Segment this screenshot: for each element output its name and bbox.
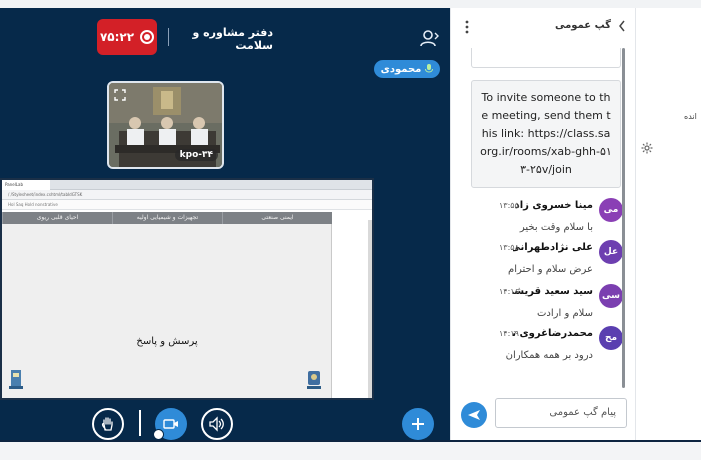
meeting-title: دفتر مشاوره و سلامت <box>192 26 273 52</box>
message-text: با سلام وقت بخیر <box>519 222 593 233</box>
chat-title: گپ عمومی <box>555 20 611 31</box>
camera-options-icon[interactable] <box>153 429 164 440</box>
controls-divider <box>139 410 141 436</box>
users-list-icon[interactable] <box>420 29 440 47</box>
slide-center-text: پرسش و پاسخ <box>136 336 198 347</box>
plus-icon <box>412 418 424 430</box>
send-button[interactable] <box>461 402 487 428</box>
chevron-left-icon[interactable] <box>617 19 627 33</box>
message-author: سید سعید قریشی... <box>513 286 593 297</box>
avatar: عل <box>599 240 623 264</box>
message-time: ۱۳:۵۸ <box>499 243 519 252</box>
chat-message: می مینا خسروی زاد ۱۳:۵۵ با سلام وقت بخیر <box>451 198 637 246</box>
chat-message: عل علی نژادطهرانی(ال... ۱۳:۵۸ عرض سلام و… <box>451 240 637 288</box>
mic-icon <box>425 64 434 73</box>
send-icon <box>468 410 480 420</box>
top-strip <box>0 0 701 8</box>
presentation-area: PanelLab / /Stylesheet/index.cshtml/tabI… <box>0 178 374 400</box>
screen: { "meeting": { "timer": "۷۵:۲۲", "title"… <box>0 0 701 460</box>
invite-message: To invite someone to the meeting, send t… <box>471 80 621 188</box>
logo-left-icon <box>9 370 23 389</box>
settings-label: انده <box>684 112 697 121</box>
message-text: سلام و ارادت <box>537 308 593 319</box>
expand-icon[interactable] <box>114 89 126 101</box>
slide-body: پرسش و پاسخ <box>2 224 332 398</box>
raise-hand-button[interactable] <box>92 408 124 440</box>
speaker-icon <box>209 416 224 432</box>
message-author: محمدرضاغروی نو... <box>513 328 593 339</box>
slide-tab-bar: ایمنی صنعتی تجهیزات و شیمیایی اولیه احیا… <box>2 212 332 224</box>
message-text: عرض سلام و احترام <box>508 264 593 275</box>
video-camera-icon <box>163 419 178 429</box>
slide-margin <box>333 224 372 398</box>
audio-button[interactable] <box>201 408 233 440</box>
actions-button[interactable] <box>402 408 434 440</box>
chat-scrollbar[interactable] <box>622 48 625 388</box>
chat-message: مح محمدرضاغروی نو... ۱۴:۱۹ درود بر همه ه… <box>451 326 637 386</box>
meeting-stage: ۷۵:۲۲ دفتر مشاوره و سلامت محمودی kpo-۳۴ … <box>0 8 450 440</box>
recording-timer: ۷۵:۲۲ <box>99 30 135 44</box>
chat-message: سی سید سعید قریشی... ۱۴:۱۶ سلام و ارادت <box>451 284 637 332</box>
browser-toolbar: Hol Saq Hold nonstrative <box>2 200 372 210</box>
browser-address-bar: / /Stylesheet/index.cshtml/tabIdGTSK <box>2 190 372 200</box>
recording-button[interactable]: ۷۵:۲۲ <box>97 19 157 55</box>
message-time: ۱۳:۵۵ <box>499 201 519 210</box>
message-author: علی نژادطهرانی(ال... <box>513 242 593 253</box>
slide-tab: احیای قلبی ریوی <box>2 212 112 224</box>
message-text: درود بر همه همکاران <box>505 350 593 361</box>
bottom-strip <box>0 440 701 460</box>
more-options-icon[interactable] <box>465 20 469 34</box>
webcam-tile[interactable]: kpo-۳۴ <box>107 81 224 169</box>
slide-tab: ایمنی صنعتی <box>222 212 332 224</box>
chat-panel: گپ عمومی To invite someone to the meetin… <box>450 8 636 440</box>
presenter-badge: محمودی <box>374 60 440 78</box>
message-time: ۱۴:۱۹ <box>499 329 519 338</box>
avatar: سی <box>599 284 623 308</box>
logo-right-icon <box>307 371 321 389</box>
slide-tab: تجهیزات و شیمیایی اولیه <box>112 212 222 224</box>
browser-tab-strip: PanelLab <box>2 180 372 190</box>
settings-panel: انده <box>636 8 701 440</box>
previous-message-box <box>471 48 621 68</box>
header-divider <box>168 28 169 46</box>
avatar: مح <box>599 326 623 350</box>
chat-input[interactable]: پیام گپ عمومی <box>495 398 627 428</box>
webcam-name: kpo-۳۴ <box>174 149 218 161</box>
slide-scrollbar[interactable] <box>368 220 372 398</box>
message-time: ۱۴:۱۶ <box>499 287 519 296</box>
presenter-name: محمودی <box>380 63 422 75</box>
avatar: می <box>599 198 623 222</box>
gear-icon[interactable] <box>641 142 653 154</box>
record-icon <box>140 30 155 44</box>
message-author: مینا خسروی زاد <box>514 200 593 211</box>
browser-tab: PanelLab <box>2 180 50 190</box>
hand-icon <box>101 417 113 431</box>
